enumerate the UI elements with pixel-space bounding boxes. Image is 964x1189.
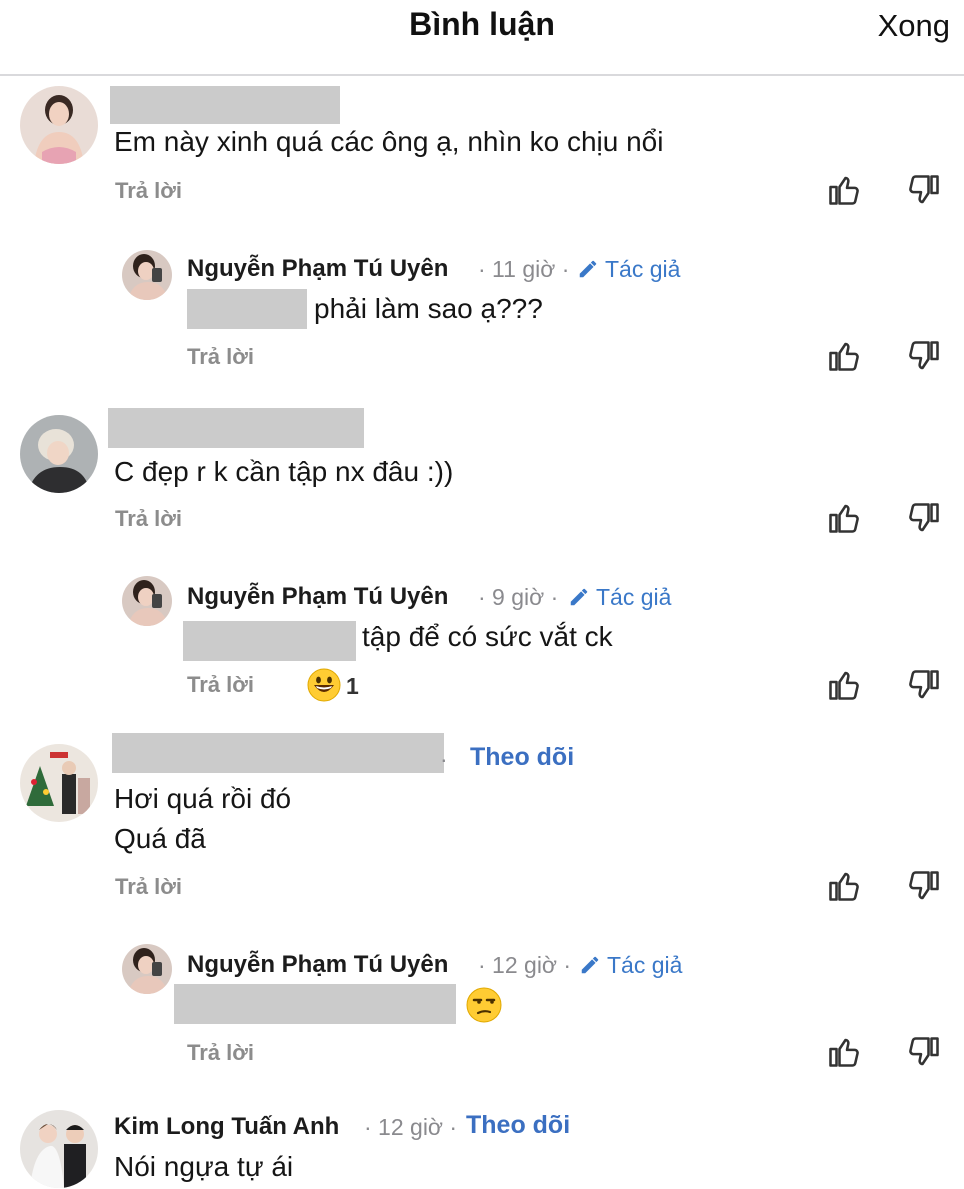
comment-text: Em này xinh quá các ông ạ, nhìn ko chịu … [114,126,664,157]
follow-button[interactable]: Theo dõi [470,743,574,772]
comment-text: Quá đã [114,823,206,854]
thumbs-up-icon[interactable] [826,500,862,536]
avatar[interactable] [122,250,172,300]
comment-text: tập để có sức vắt ck [362,621,613,652]
thumbs-up-icon[interactable] [826,868,862,904]
thumbs-up-icon[interactable] [826,172,862,208]
redacted-username [110,86,340,124]
avatar[interactable] [122,944,172,994]
comment-timestamp: · 9 giờ · [478,584,559,610]
reply-button[interactable]: Trả lời [187,1040,254,1066]
reply-button[interactable]: Trả lời [187,344,254,370]
comment-text: Hơi quá rồi đó [114,783,292,814]
thumbs-down-icon[interactable] [906,172,942,208]
redacted-username [108,408,364,448]
reply-button[interactable]: Trả lời [115,874,182,900]
unamused-emoji [466,987,502,1028]
commenter-name[interactable]: Nguyễn Phạm Tú Uyên [187,951,448,979]
thumbs-down-icon[interactable] [906,338,942,374]
thumbs-down-icon[interactable] [906,1034,942,1070]
thumbs-down-icon[interactable] [906,500,942,536]
commenter-name[interactable]: Nguyễn Phạm Tú Uyên [187,255,448,283]
reply-button[interactable]: Trả lời [115,506,182,532]
pencil-icon [579,260,597,278]
reply-button[interactable]: Trả lời [115,178,182,204]
follow-button[interactable]: Theo dõi [466,1111,570,1140]
author-badge-label: Tác giả [596,584,672,610]
commenter-name[interactable]: Kim Long Tuấn Anh [114,1113,339,1141]
author-badge-label: Tác giả [607,952,683,978]
avatar[interactable] [20,744,98,822]
done-button[interactable]: Xong [878,8,950,44]
comment-timestamp: · 12 giờ · [364,1114,458,1140]
grinning-emoji[interactable] [307,668,341,707]
author-badge: Tác giả [577,256,680,283]
avatar[interactable] [20,86,98,164]
pencil-icon [570,588,588,606]
author-badge: Tác giả [579,952,682,979]
thumbs-up-icon[interactable] [826,1034,862,1070]
redacted-mention [187,289,307,329]
reply-button[interactable]: Trả lời [187,672,254,698]
avatar[interactable] [20,1110,98,1188]
reaction-count: 1 [346,673,359,699]
comment-text: Nói ngựa tự ái [114,1151,294,1182]
thumbs-up-icon[interactable] [826,667,862,703]
commenter-name[interactable]: Nguyễn Phạm Tú Uyên [187,583,448,611]
avatar[interactable] [20,415,98,493]
thumbs-down-icon[interactable] [906,667,942,703]
avatar[interactable] [122,576,172,626]
comment-text: C đẹp r k cần tập nx đâu :)) [114,456,454,487]
thumbs-down-icon[interactable] [906,868,942,904]
page-title: Bình luận [409,6,555,42]
author-badge: Tác giả [568,584,671,611]
pencil-icon [581,956,599,974]
author-badge-label: Tác giả [605,256,681,282]
redacted-mention [183,621,356,661]
comments-header: Bình luận Xong [0,0,964,76]
redacted-mention [174,984,456,1024]
thumbs-up-icon[interactable] [826,338,862,374]
comment-timestamp: · 11 giờ · [478,256,570,282]
comment-separator: · [440,746,448,772]
redacted-username [112,733,444,773]
comment-timestamp: · 12 giờ · [478,952,572,978]
comment-text: phải làm sao ạ??? [314,293,543,324]
